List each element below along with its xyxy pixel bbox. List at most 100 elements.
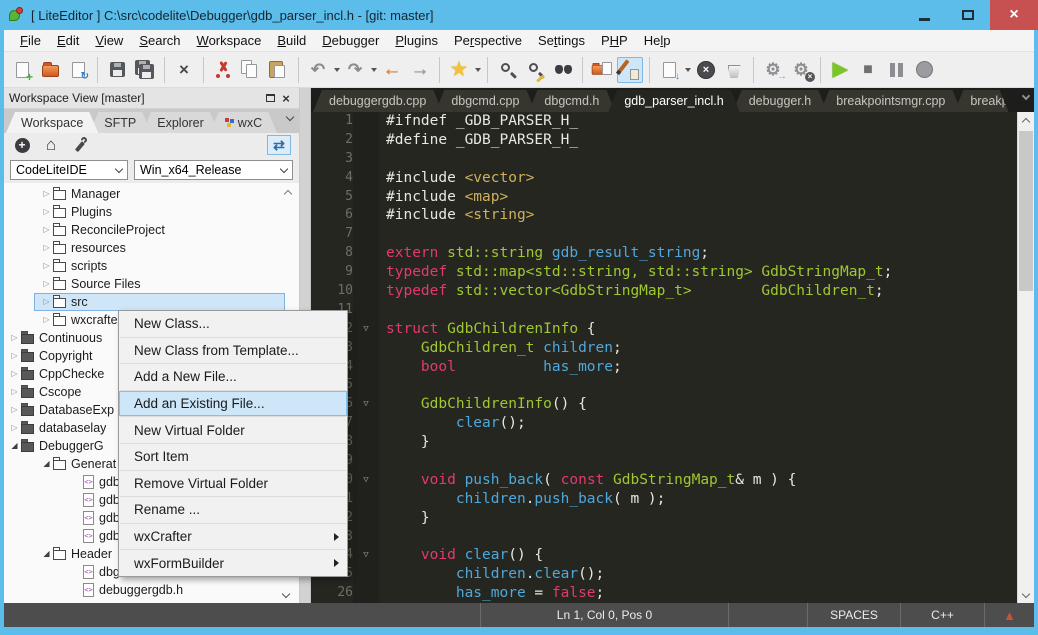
- context-menu-item-rename[interactable]: Rename ...: [119, 497, 347, 523]
- context-menu-item-remove-virtual-folder[interactable]: Remove Virtual Folder: [119, 471, 347, 497]
- code-line[interactable]: 11: [311, 301, 1017, 320]
- context-menu-item-sort-item[interactable]: Sort Item: [119, 444, 347, 470]
- highlight-icon[interactable]: [617, 57, 643, 83]
- menu-help[interactable]: Help: [636, 31, 679, 50]
- panel-restore-button[interactable]: [262, 91, 278, 105]
- save-icon[interactable]: [104, 57, 130, 83]
- tree-expand-collapsed-icon[interactable]: ▷: [40, 239, 53, 257]
- menu-perspective[interactable]: Perspective: [446, 31, 530, 50]
- bookmark-dropdown-icon[interactable]: [473, 57, 482, 83]
- tree-expand-collapsed-icon[interactable]: ▷: [40, 275, 53, 293]
- code-line[interactable]: 16▽ GdbChildrenInfo() {: [311, 395, 1017, 414]
- menu-edit[interactable]: Edit: [49, 31, 87, 50]
- tree-expand-collapsed-icon[interactable]: ▷: [40, 185, 53, 203]
- menu-debugger[interactable]: Debugger: [314, 31, 387, 50]
- stop-process-icon[interactable]: ×: [693, 57, 719, 83]
- menu-view[interactable]: View: [87, 31, 131, 50]
- fold-marker-icon[interactable]: ▽: [353, 320, 379, 339]
- close-file-icon[interactable]: ×: [171, 57, 197, 83]
- build-settings-icon[interactable]: [70, 135, 90, 155]
- tree-expand-collapsed-icon[interactable]: ▷: [40, 221, 53, 239]
- tree-expand-collapsed-icon[interactable]: ▷: [8, 401, 21, 419]
- statusbar-warning-icon[interactable]: ▲: [985, 603, 1034, 627]
- stop-execution-icon[interactable]: ■: [855, 57, 881, 83]
- code-line[interactable]: 24▽ void clear() {: [311, 546, 1017, 565]
- tree-item-scripts[interactable]: ▷scripts: [4, 257, 299, 275]
- build-icon[interactable]: ⚙→: [760, 57, 786, 83]
- tree-expand-collapsed-icon[interactable]: ▷: [8, 347, 21, 365]
- copy-icon[interactable]: [238, 57, 264, 83]
- context-menu-item-wxformbuilder[interactable]: wxFormBuilder: [119, 550, 347, 576]
- code-line[interactable]: 22 }: [311, 509, 1017, 528]
- tree-expand-collapsed-icon[interactable]: ▷: [8, 329, 21, 347]
- context-menu-item-new-class-from-template[interactable]: New Class from Template...: [119, 338, 347, 364]
- scroll-down-button[interactable]: [1018, 587, 1034, 603]
- tree-item-debuggergdb-h[interactable]: <>debuggergdb.h: [4, 581, 299, 599]
- context-menu-item-add-a-new-file[interactable]: Add a New File...: [119, 364, 347, 390]
- menu-php[interactable]: PHP: [593, 31, 636, 50]
- editor-tab-debuggergdb-cpp[interactable]: debuggergdb.cpp: [313, 90, 442, 112]
- menu-build[interactable]: Build: [269, 31, 314, 50]
- redo-icon[interactable]: ↷: [342, 57, 368, 83]
- code-line[interactable]: 26 has_more = false;: [311, 584, 1017, 603]
- tree-item-reconcileproject[interactable]: ▷ReconcileProject: [4, 221, 299, 239]
- code-line[interactable]: 4#include <vector>: [311, 169, 1017, 188]
- code-line[interactable]: 18 }: [311, 433, 1017, 452]
- tree-expand-expanded-icon[interactable]: ◢: [8, 437, 21, 455]
- code-line[interactable]: 3: [311, 150, 1017, 169]
- code-line[interactable]: 2#define _GDB_PARSER_H_: [311, 131, 1017, 150]
- workspace-config-select[interactable]: CodeLiteIDE: [10, 160, 128, 180]
- run-icon[interactable]: ▶: [827, 57, 853, 83]
- bookmark-icon[interactable]: ★: [446, 57, 472, 83]
- new-item-icon[interactable]: +: [12, 135, 32, 155]
- code-line[interactable]: 19: [311, 452, 1017, 471]
- tree-item-resources[interactable]: ▷resources: [4, 239, 299, 257]
- cut-icon[interactable]: [210, 57, 236, 83]
- sidebar-tab-wxc[interactable]: wxC: [210, 112, 277, 133]
- build-config-select[interactable]: Win_x64_Release: [134, 160, 293, 180]
- open-file-icon[interactable]: [37, 57, 63, 83]
- stop-build-icon[interactable]: ⚙×: [788, 57, 814, 83]
- menu-search[interactable]: Search: [131, 31, 188, 50]
- sidebar-tab-workspace[interactable]: Workspace: [6, 112, 98, 133]
- context-menu-item-new-virtual-folder[interactable]: New Virtual Folder: [119, 417, 347, 443]
- editor-tab-breakp[interactable]: breakp: [954, 90, 1008, 112]
- find-replace-icon[interactable]: [522, 57, 548, 83]
- editor-tab-breakpointsmgr-cpp[interactable]: breakpointsmgr.cpp: [820, 90, 961, 112]
- sidebar-tab-overflow-icon[interactable]: [286, 113, 294, 121]
- code-line[interactable]: 23: [311, 528, 1017, 547]
- tree-expand-collapsed-icon[interactable]: ▷: [40, 311, 53, 329]
- menu-settings[interactable]: Settings: [530, 31, 593, 50]
- menu-workspace[interactable]: Workspace: [189, 31, 270, 50]
- maximize-button[interactable]: [946, 0, 990, 30]
- scrollbar-thumb[interactable]: [1019, 131, 1033, 291]
- undo-dropdown-icon[interactable]: [332, 57, 341, 83]
- panel-close-button[interactable]: ×: [278, 91, 294, 105]
- tree-item-plugins[interactable]: ▷Plugins: [4, 203, 299, 221]
- code-line[interactable]: 13 GdbChildren_t children;: [311, 339, 1017, 358]
- tree-expand-collapsed-icon[interactable]: ▷: [8, 383, 21, 401]
- menu-file[interactable]: File: [12, 31, 49, 50]
- tree-item-manager[interactable]: ▷Manager: [4, 185, 299, 203]
- code-line[interactable]: 5#include <map>: [311, 188, 1017, 207]
- download-icon[interactable]: ↓: [656, 57, 682, 83]
- tree-expand-collapsed-icon[interactable]: ▷: [40, 293, 53, 311]
- back-icon[interactable]: ←: [379, 57, 405, 83]
- code-editor[interactable]: 1#ifndef _GDB_PARSER_H_2#define _GDB_PAR…: [311, 112, 1017, 603]
- find-icon[interactable]: [494, 57, 520, 83]
- code-line[interactable]: 7: [311, 225, 1017, 244]
- tree-expand-collapsed-icon[interactable]: ▷: [8, 365, 21, 383]
- tree-item-source-files[interactable]: ▷Source Files: [4, 275, 299, 293]
- tree-expand-expanded-icon[interactable]: ◢: [40, 455, 53, 473]
- tree-expand-collapsed-icon[interactable]: ▷: [8, 419, 21, 437]
- sidebar-tab-sftp[interactable]: SFTP: [89, 112, 151, 133]
- home-icon[interactable]: ⌂: [41, 135, 61, 155]
- code-line[interactable]: 1#ifndef _GDB_PARSER_H_: [311, 112, 1017, 131]
- statusbar-language[interactable]: C++: [901, 603, 985, 627]
- tree-expand-collapsed-icon[interactable]: ▷: [40, 257, 53, 275]
- paste-icon[interactable]: [266, 57, 292, 83]
- scroll-up-button[interactable]: [1018, 112, 1034, 128]
- forward-icon[interactable]: →: [407, 57, 433, 83]
- tree-item-src[interactable]: ▷src: [4, 293, 299, 311]
- code-line[interactable]: 15: [311, 376, 1017, 395]
